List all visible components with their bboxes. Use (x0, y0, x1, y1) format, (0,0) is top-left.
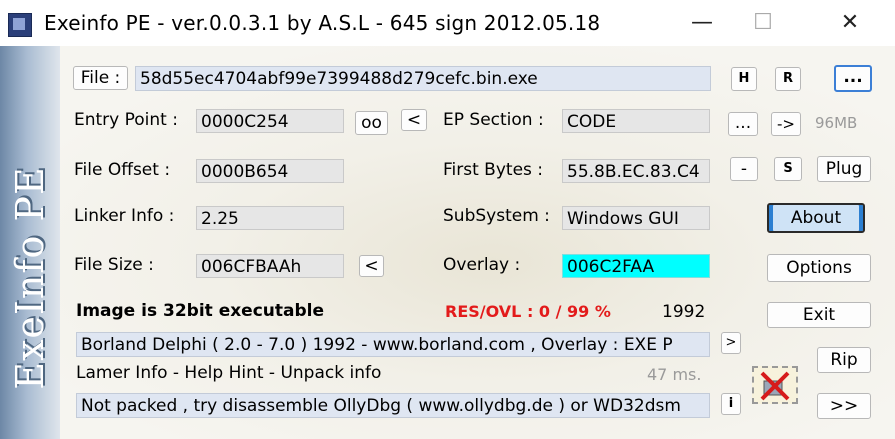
plug-button[interactable]: Plug (817, 156, 871, 182)
detection-next-button[interactable]: > (721, 332, 741, 354)
entry-point-back-button[interactable]: < (401, 109, 427, 131)
file-offset-label: File Offset : (74, 160, 171, 180)
linker-info-label: Linker Info : (74, 206, 175, 226)
s-button[interactable]: S (774, 157, 802, 181)
h-button[interactable]: H (731, 67, 757, 91)
ep-section-label: EP Section : (443, 110, 544, 130)
about-button[interactable]: About (767, 203, 865, 233)
entry-point-label: Entry Point : (74, 110, 178, 130)
year-text: 1992 (662, 302, 706, 322)
exit-button[interactable]: Exit (767, 302, 871, 328)
close-button[interactable]: ✕ (820, 0, 880, 46)
subsystem-label: SubSystem : (443, 206, 550, 226)
rip-button[interactable]: Rip (817, 347, 871, 373)
overlay-label: Overlay : (443, 255, 521, 275)
browse-button[interactable]: ... (834, 65, 872, 92)
image-info-text: Image is 32bit executable (76, 301, 325, 321)
file-size-field[interactable]: 006CFBAAh (196, 254, 344, 278)
overlay-field[interactable]: 006C2FAA (562, 254, 710, 278)
first-bytes-label: First Bytes : (443, 160, 544, 180)
app-icon (8, 13, 32, 37)
res-ovl-text: RES/OVL : 0 / 99 % (445, 302, 611, 321)
memory-size-label: 96MB (815, 114, 858, 132)
title-bar: Exeinfo PE - ver.0.0.3.1 by A.S.L - 645 … (0, 0, 895, 46)
r-button[interactable]: R (775, 67, 801, 91)
hint-field[interactable]: Not packed , try disassemble OllyDbg ( w… (76, 393, 710, 418)
minus-button[interactable]: - (730, 157, 758, 181)
file-size-back-button[interactable]: < (359, 255, 384, 277)
options-button[interactable]: Options (767, 254, 871, 282)
maximize-button[interactable]: ☐ (733, 0, 793, 46)
ep-section-more-button[interactable]: ... (728, 112, 758, 136)
window-title: Exeinfo PE - ver.0.0.3.1 by A.S.L - 645 … (44, 11, 601, 35)
info-button[interactable]: i (721, 393, 741, 415)
linker-info-field[interactable]: 2.25 (196, 206, 344, 230)
file-size-label: File Size : (74, 255, 154, 275)
detection-field[interactable]: Borland Delphi ( 2.0 - 7.0 ) 1992 - www.… (76, 332, 710, 357)
lamer-info-text[interactable]: Lamer Info - Help Hint - Unpack info (76, 363, 381, 383)
oo-button[interactable]: oo (355, 111, 388, 135)
entry-point-field[interactable]: 0000C254 (196, 109, 344, 133)
first-bytes-field[interactable]: 55.8B.EC.83.C4 (562, 159, 710, 183)
ep-section-arrow-button[interactable]: -> (771, 112, 801, 136)
ep-section-field[interactable]: CODE (562, 109, 710, 133)
timing-text: 47 ms. (647, 365, 702, 384)
rip-tool-icon[interactable] (752, 366, 798, 404)
exeinfo-logo: ExeInfo PE (8, 166, 52, 390)
file-offset-field[interactable]: 0000B654 (196, 159, 344, 183)
next-page-button[interactable]: >> (817, 393, 871, 419)
file-button[interactable]: File : (73, 66, 128, 90)
logo-strip: ExeInfo PE (0, 46, 60, 439)
subsystem-field[interactable]: Windows GUI (562, 206, 710, 230)
file-path-field[interactable]: 58d55ec4704abf99e7399488d279cefc.bin.exe (135, 66, 711, 91)
minimize-button[interactable]: — (672, 0, 732, 46)
